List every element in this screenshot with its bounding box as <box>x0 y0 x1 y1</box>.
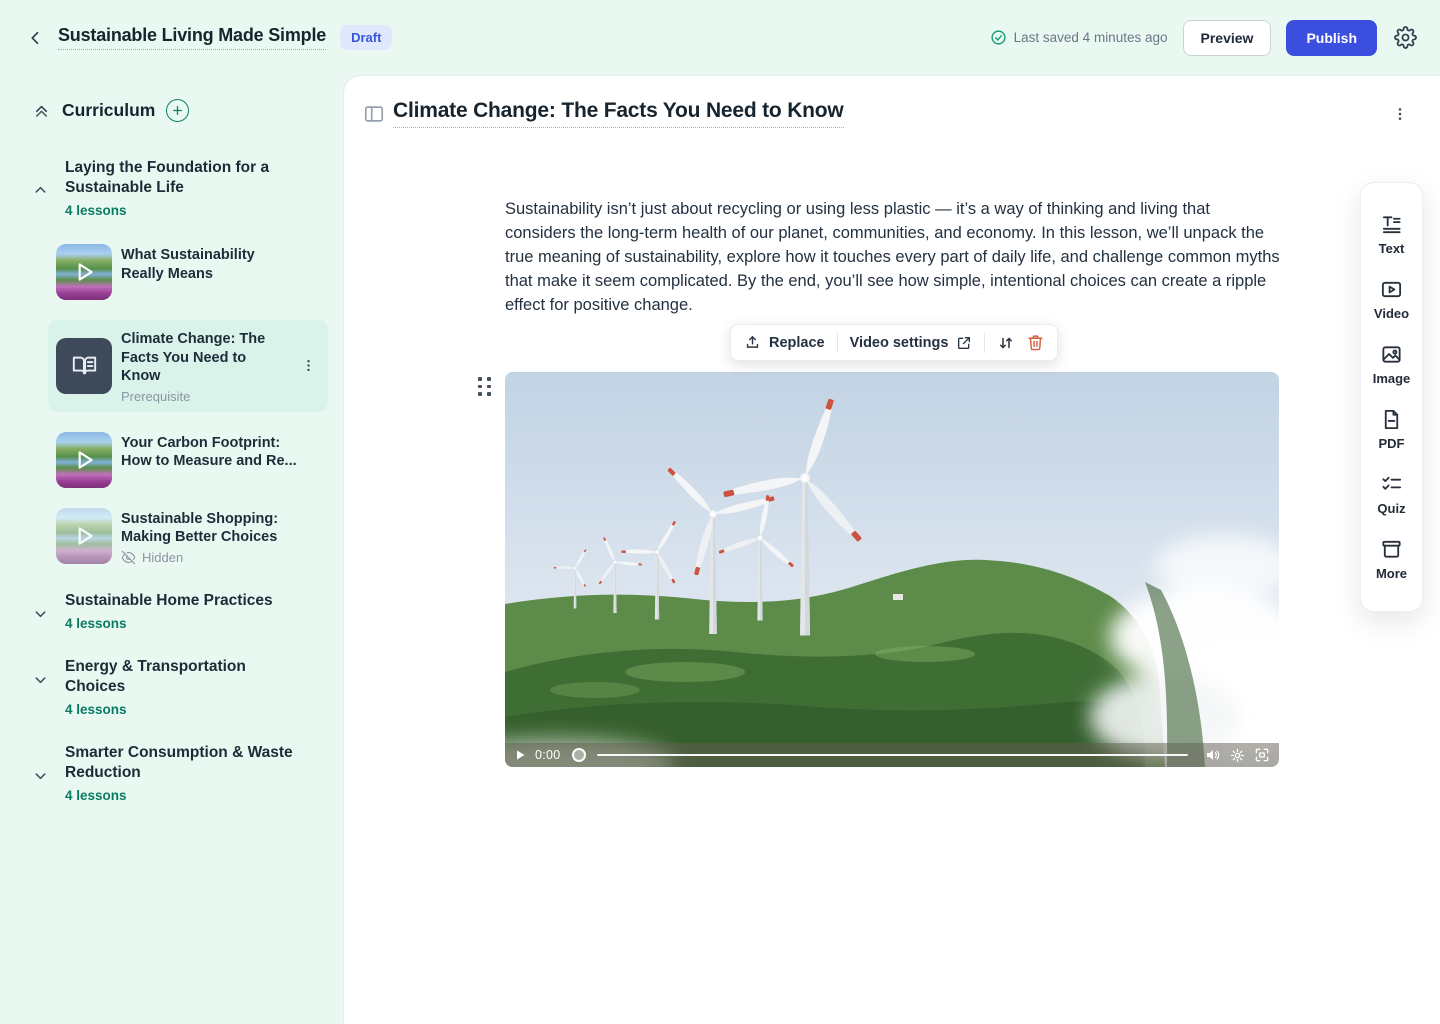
wind-turbines-video-frame <box>505 372 1279 767</box>
video-controls-bar: 0:00 <box>505 743 1279 767</box>
lesson-editor-panel: Climate Change: The Facts You Need to Kn… <box>343 75 1440 1024</box>
chevron-down-icon[interactable] <box>32 767 50 803</box>
video-thumbnail <box>56 432 112 488</box>
video-icon <box>1380 278 1403 301</box>
play-button[interactable] <box>514 749 526 761</box>
insert-more-button[interactable]: More <box>1376 538 1407 581</box>
block-drag-handle[interactable] <box>478 377 491 396</box>
fullscreen-icon[interactable] <box>1254 747 1270 763</box>
last-saved-text: Last saved 4 minutes ago <box>1014 30 1168 45</box>
lesson-meta: Prerequisite <box>121 389 288 404</box>
add-section-button[interactable] <box>166 99 189 122</box>
play-icon <box>56 432 112 488</box>
publish-button[interactable]: Publish <box>1286 20 1377 56</box>
reading-lesson-tile <box>56 338 112 394</box>
image-icon <box>1380 343 1403 366</box>
collapse-all-icon[interactable] <box>32 101 51 120</box>
chevron-up-icon[interactable] <box>32 182 50 218</box>
video-block-toolbar: Replace Video settings <box>730 324 1058 361</box>
video-player[interactable]: 0:00 <box>505 372 1279 767</box>
curriculum-title: Curriculum <box>62 100 155 121</box>
curriculum-sidebar: Curriculum Laying the Foundation for a S… <box>0 75 343 1024</box>
volume-icon[interactable] <box>1205 747 1221 763</box>
lesson-options-kebab[interactable] <box>1388 102 1412 126</box>
upload-icon <box>744 334 761 351</box>
lesson-item-hidden[interactable]: Sustainable Shopping: Making Better Choi… <box>56 508 343 565</box>
scrubber-track[interactable] <box>597 754 1188 756</box>
section-lesson-count: 4 lessons <box>65 616 307 631</box>
text-icon <box>1380 213 1403 236</box>
chevron-left-icon <box>27 29 45 47</box>
external-link-icon <box>956 335 972 351</box>
check-circle-icon <box>990 29 1007 46</box>
settings-gear-icon[interactable] <box>1392 25 1418 51</box>
book-open-icon <box>71 352 98 379</box>
chevron-down-icon[interactable] <box>32 605 50 631</box>
section-lesson-count: 4 lessons <box>65 788 307 803</box>
panel-left-toggle-icon[interactable] <box>363 103 385 125</box>
back-button[interactable] <box>22 24 50 52</box>
video-thumbnail <box>56 244 112 300</box>
toolbar-divider <box>837 333 838 353</box>
lesson-item[interactable]: Your Carbon Footprint: How to Measure an… <box>56 432 343 488</box>
section-header[interactable]: Laying the Foundation for a Sustainable … <box>24 158 343 218</box>
insert-block-toolbar: Text Video Image PDF Quiz More <box>1360 182 1423 612</box>
chevron-down-icon[interactable] <box>32 671 50 717</box>
preview-button[interactable]: Preview <box>1183 20 1272 56</box>
player-settings-icon[interactable] <box>1230 748 1245 763</box>
section-lesson-count: 4 lessons <box>65 702 307 717</box>
section-title: Energy & Transportation Choices <box>65 657 307 697</box>
video-thumbnail <box>56 508 112 564</box>
play-icon <box>56 244 112 300</box>
section-title: Laying the Foundation for a Sustainable … <box>65 158 307 198</box>
lesson-title: What Sustainability Really Means <box>121 246 299 283</box>
lesson-kebab-menu[interactable] <box>297 354 320 377</box>
section-header[interactable]: Smarter Consumption & Waste Reduction 4 … <box>24 743 343 803</box>
toolbar-divider <box>984 333 985 353</box>
lesson-item-selected[interactable]: Climate Change: The Facts You Need to Kn… <box>48 320 328 412</box>
insert-quiz-button[interactable]: Quiz <box>1377 473 1405 516</box>
course-title[interactable]: Sustainable Living Made Simple <box>58 25 326 50</box>
section-header[interactable]: Sustainable Home Practices 4 lessons <box>24 591 343 631</box>
move-up-down-button[interactable] <box>997 334 1015 352</box>
hidden-label: Hidden <box>142 550 183 565</box>
video-time: 0:00 <box>535 748 561 762</box>
delete-block-button[interactable] <box>1027 334 1044 351</box>
lesson-title: Your Carbon Footprint: How to Measure an… <box>121 434 299 471</box>
insert-image-button[interactable]: Image <box>1373 343 1411 386</box>
last-saved-status: Last saved 4 minutes ago <box>990 29 1168 46</box>
scrubber-handle[interactable] <box>572 748 586 762</box>
section-title: Sustainable Home Practices <box>65 591 307 611</box>
eye-off-icon <box>121 550 136 565</box>
insert-text-button[interactable]: Text <box>1379 213 1405 256</box>
lesson-title: Sustainable Shopping: Making Better Choi… <box>121 510 299 547</box>
replace-button[interactable]: Replace <box>744 334 825 351</box>
section-header[interactable]: Energy & Transportation Choices 4 lesson… <box>24 657 343 717</box>
topbar: Sustainable Living Made Simple Draft Las… <box>0 0 1440 75</box>
video-settings-button[interactable]: Video settings <box>850 335 973 351</box>
lesson-text-block[interactable]: Sustainability isn’t just about recyclin… <box>505 197 1281 317</box>
lesson-heading[interactable]: Climate Change: The Facts You Need to Kn… <box>393 99 844 128</box>
more-archive-icon <box>1380 538 1403 561</box>
section-lesson-count: 4 lessons <box>65 203 307 218</box>
insert-pdf-button[interactable]: PDF <box>1379 408 1405 451</box>
status-badge: Draft <box>340 25 392 50</box>
section-title: Smarter Consumption & Waste Reduction <box>65 743 307 783</box>
quiz-checklist-icon <box>1380 473 1403 496</box>
lesson-title: Climate Change: The Facts You Need to Kn… <box>121 330 288 386</box>
insert-video-button[interactable]: Video <box>1374 278 1409 321</box>
play-icon <box>56 508 112 564</box>
pdf-file-icon <box>1380 408 1403 431</box>
lesson-item[interactable]: What Sustainability Really Means <box>56 244 343 300</box>
